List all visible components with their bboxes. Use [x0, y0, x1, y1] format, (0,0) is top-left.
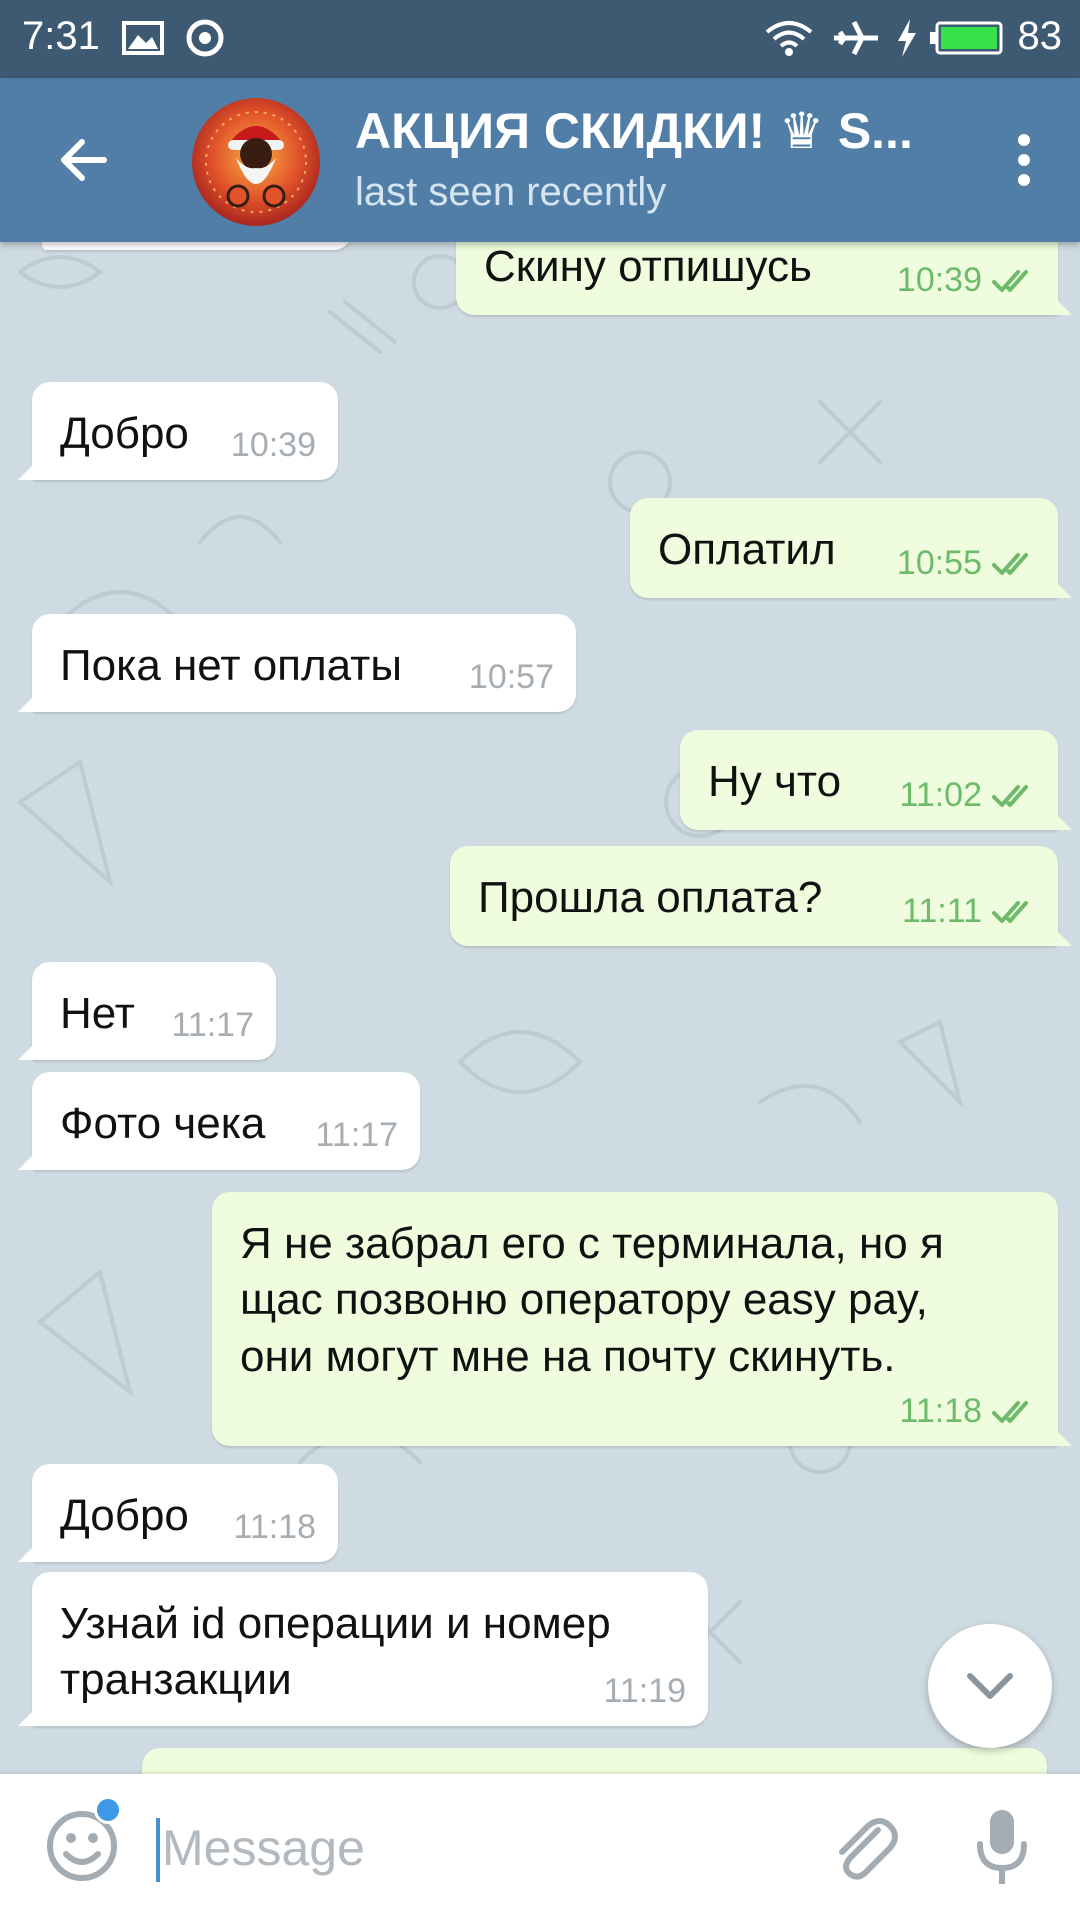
double-check-icon	[992, 901, 1028, 924]
chat-status: last seen recently	[355, 170, 667, 214]
message-bubble-partial[interactable]	[142, 1748, 1047, 1774]
message-time: 11:19	[603, 1672, 686, 1711]
avatar[interactable]	[192, 98, 320, 226]
message-text: Добро	[60, 1491, 189, 1540]
battery-icon	[930, 18, 1004, 58]
message-time: 10:39	[896, 261, 982, 300]
back-button[interactable]	[52, 128, 116, 192]
chrome-icon	[186, 18, 224, 58]
message-text: Пока нет оплаты	[60, 641, 402, 690]
message-time: 10:55	[896, 544, 982, 583]
message-time: 11:18	[899, 1392, 982, 1431]
message-meta: 10:55	[897, 542, 1036, 586]
outgoing-message[interactable]: Я не забрал его с терминала, но я щас по…	[212, 1192, 1072, 1446]
message-text: Я не забрал его с терминала, но я щас по…	[240, 1219, 944, 1381]
message-meta: 11:17	[315, 1114, 398, 1158]
message-meta: 11:17	[171, 1004, 254, 1048]
new-emoji-indicator	[94, 1796, 122, 1824]
wifi-icon	[764, 18, 814, 58]
message-text: Добро	[60, 409, 189, 458]
double-check-icon	[992, 785, 1028, 808]
scroll-to-bottom-button[interactable]	[928, 1624, 1052, 1748]
message-time: 11:18	[233, 1508, 316, 1547]
back-arrow-icon	[61, 139, 107, 181]
battery-level: 83	[1017, 14, 1063, 58]
message-time: 11:17	[315, 1116, 398, 1155]
message-time: 11:11	[901, 892, 982, 931]
message-text: Узнай id операции и номер транзакции	[60, 1599, 611, 1705]
message-time: 11:17	[171, 1006, 254, 1045]
message-meta: 11:18	[899, 1390, 1036, 1434]
message-meta: 10:39	[897, 259, 1036, 303]
microphone-icon	[977, 1810, 1027, 1884]
chat-header: АКЦИЯ СКИДКИ! ♛ S... last seen recently	[0, 78, 1080, 242]
message-text: Фото чека	[60, 1099, 266, 1148]
outgoing-message[interactable]: Скину отпишусь 10:39	[456, 242, 1072, 315]
double-check-icon	[992, 270, 1028, 293]
message-meta: 11:18	[233, 1506, 316, 1550]
message-composer	[0, 1774, 1080, 1920]
outgoing-message[interactable]: Ну что 11:02	[680, 730, 1072, 830]
incoming-message[interactable]: Добро 11:18	[18, 1464, 338, 1562]
double-check-icon	[992, 553, 1028, 576]
charging-icon	[896, 18, 918, 58]
message-meta: 10:57	[469, 656, 554, 700]
incoming-message[interactable]: Пока нет оплаты 10:57	[18, 614, 576, 712]
outgoing-message[interactable]: Оплатил 10:55	[630, 498, 1072, 598]
text-cursor	[156, 1818, 160, 1882]
incoming-message[interactable]: Узнай id операции и номер транзакции 11:1…	[18, 1572, 708, 1726]
message-text: Нет	[60, 989, 135, 1038]
message-time: 10:57	[468, 658, 554, 697]
attach-button[interactable]	[826, 1810, 902, 1886]
voice-record-button[interactable]	[972, 1806, 1032, 1890]
message-input[interactable]	[162, 1812, 802, 1884]
message-meta: 10:39	[231, 424, 316, 468]
more-options-button[interactable]	[1004, 128, 1044, 192]
chat-title[interactable]: АКЦИЯ СКИДКИ! ♛ S...	[355, 102, 913, 160]
message-text: Скину отпишусь	[484, 242, 812, 291]
status-time: 7:31	[22, 14, 100, 58]
message-list[interactable]: Скину отпишусь 10:39 Добро 10:39 Оплатил 10:5…	[0, 242, 1080, 1774]
chevron-down-icon	[967, 1673, 1013, 1699]
attach-icon	[839, 1818, 898, 1880]
message-text: Ну что	[708, 757, 842, 806]
message-meta: 11:19	[603, 1670, 686, 1714]
message-meta: 11:11	[902, 890, 1036, 934]
image-icon	[122, 18, 164, 58]
message-time: 11:02	[899, 776, 982, 815]
message-time: 10:39	[230, 426, 316, 465]
incoming-message[interactable]: Нет 11:17	[18, 962, 276, 1060]
airplane-icon	[832, 18, 880, 58]
incoming-message[interactable]: Добро 10:39	[18, 382, 338, 480]
message-text: Оплатил	[658, 525, 836, 574]
message-bubble-partial[interactable]	[42, 242, 352, 250]
incoming-message[interactable]: Фото чека 11:17	[18, 1072, 420, 1170]
more-vert-icon	[1018, 134, 1030, 186]
status-bar: 7:31 83	[0, 0, 1080, 78]
double-check-icon	[992, 1401, 1028, 1424]
message-meta: 11:02	[899, 774, 1036, 818]
outgoing-message[interactable]: Прошла оплата? 11:11	[450, 846, 1072, 946]
message-text: Прошла оплата?	[478, 873, 823, 922]
